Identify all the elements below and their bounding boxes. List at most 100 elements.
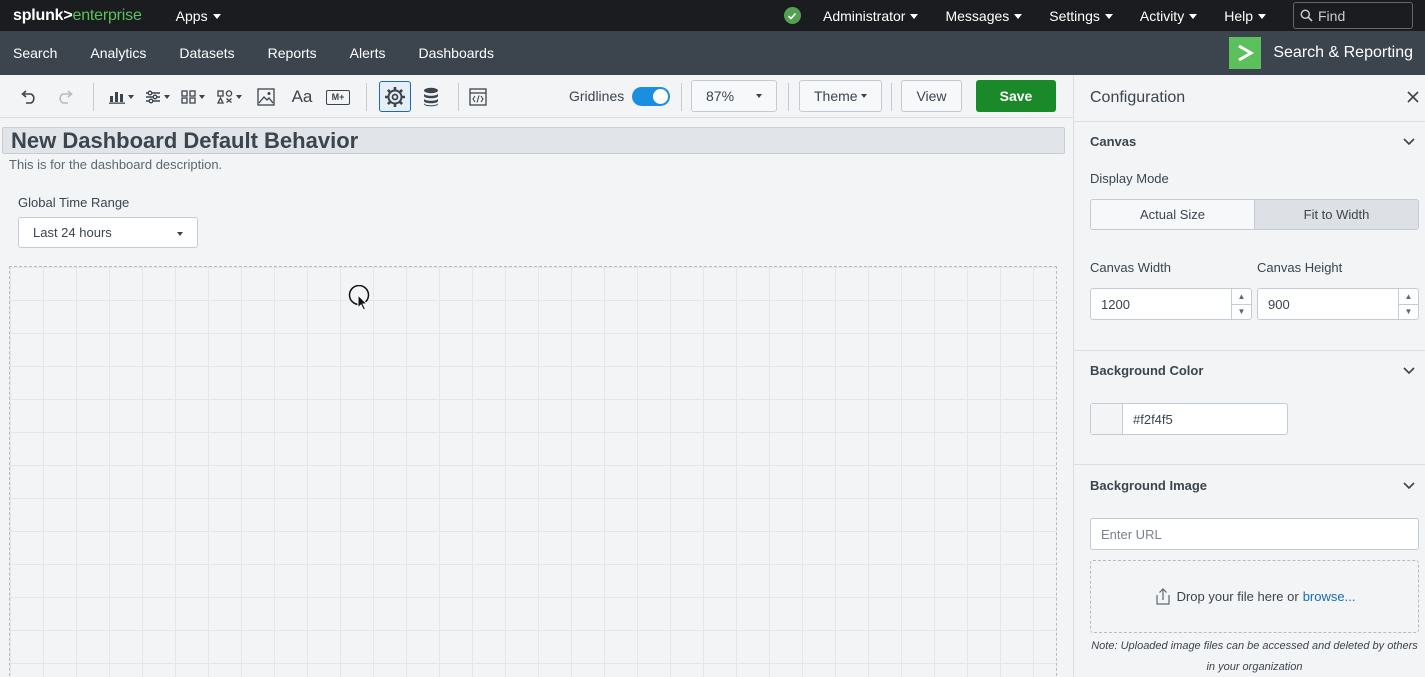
menu-activity[interactable]: Activity [1139, 7, 1198, 24]
app-brand[interactable]: Search & Reporting [1229, 37, 1413, 69]
gear-icon [385, 86, 405, 107]
toolbar-divider [681, 83, 682, 111]
markdown-icon: M+ [326, 89, 350, 105]
chevron-down-icon [163, 95, 170, 99]
menu-label: Administrator [822, 7, 906, 24]
view-label: View [916, 88, 947, 104]
logo-suffix: enterprise [72, 6, 142, 24]
canvas-width-label: Canvas Width [1090, 260, 1171, 275]
add-image-button[interactable] [254, 83, 278, 111]
editor-toolbar: Aa M+ Gridlines 87% Theme View Save [0, 75, 1073, 118]
stepper-up-icon[interactable]: ▲ [1399, 289, 1418, 305]
stepper-up-icon[interactable]: ▲ [1232, 289, 1251, 305]
splunk-logo[interactable]: splunk>enterprise [13, 7, 142, 25]
canvas-section-title: Canvas [1090, 134, 1137, 149]
menu-help[interactable]: Help [1224, 8, 1266, 24]
upload-note: Note: Uploaded image files can be access… [1091, 640, 1418, 673]
upload-icon [1155, 587, 1170, 605]
logo-prefix: splunk> [13, 6, 73, 24]
gridlines-label: Gridlines [569, 88, 625, 104]
data-sources-button[interactable] [419, 83, 443, 111]
close-icon[interactable] [1407, 91, 1419, 103]
chevron-down-icon[interactable] [1403, 482, 1415, 490]
zoom-select[interactable]: 87% [691, 80, 777, 112]
find-placeholder: Find [1318, 7, 1346, 24]
url-placeholder: Enter URL [1101, 526, 1162, 542]
color-swatch[interactable] [1091, 404, 1123, 434]
theme-select[interactable]: Theme [799, 80, 882, 112]
add-chart-button[interactable] [104, 83, 138, 111]
health-ok-icon[interactable] [783, 7, 801, 24]
time-range-value: Last 24 hours [33, 225, 112, 240]
nav-alerts[interactable]: Alerts [350, 45, 386, 61]
display-mode-fit-to-width[interactable]: Fit to Width [1255, 200, 1418, 229]
image-icon [257, 88, 275, 106]
nav-reports[interactable]: Reports [268, 45, 317, 61]
canvas-width-input[interactable]: 1200 ▲ ▼ [1090, 288, 1252, 320]
source-code-button[interactable] [466, 83, 490, 111]
chevron-down-icon [235, 95, 242, 99]
apps-menu[interactable]: Apps [176, 8, 221, 24]
background-image-url-input[interactable]: Enter URL [1090, 518, 1419, 550]
menu-settings[interactable]: Settings [1049, 8, 1113, 24]
top-right-menus: Administrator Messages Settings Activity… [783, 0, 1425, 31]
nav-dashboards[interactable]: Dashboards [418, 45, 494, 61]
dashboard-description[interactable]: This is for the dashboard description. [9, 157, 222, 172]
browse-link[interactable]: browse... [1303, 589, 1356, 604]
chevron-down-icon[interactable] [1403, 138, 1415, 146]
chevron-down-icon [756, 94, 762, 98]
add-markdown-button[interactable]: M+ [324, 83, 352, 111]
zoom-value: 87% [706, 88, 735, 104]
save-button[interactable]: Save [976, 80, 1056, 112]
nav-search[interactable]: Search [13, 45, 57, 61]
chevron-down-icon [177, 232, 183, 236]
redo-icon [59, 90, 73, 104]
menu-label: Help [1224, 7, 1253, 24]
time-range-label: Global Time Range [18, 195, 130, 210]
file-drop-zone[interactable]: Drop your file here or browse... [1090, 560, 1419, 633]
view-button[interactable]: View [901, 80, 962, 112]
app-bar: Search Analytics Datasets Reports Alerts… [0, 31, 1425, 75]
canvas-height-stepper: ▲ ▼ [1398, 289, 1418, 319]
chevron-down-icon [1014, 13, 1023, 19]
background-color-value: #f2f4f5 [1133, 411, 1173, 427]
add-input-button[interactable] [141, 83, 173, 111]
display-mode-actual-size[interactable]: Actual Size [1091, 200, 1255, 229]
section-divider [1074, 350, 1425, 351]
menu-label: Settings [1049, 7, 1100, 24]
dashboard-canvas[interactable] [9, 266, 1057, 677]
time-range-select[interactable]: Last 24 hours [18, 217, 198, 248]
chevron-down-icon[interactable] [1403, 367, 1415, 375]
menu-administrator[interactable]: Administrator [822, 7, 919, 24]
toolbar-divider [93, 83, 94, 111]
nav-analytics[interactable]: Analytics [90, 45, 146, 61]
find-input[interactable]: Find [1293, 2, 1413, 29]
configuration-panel: Configuration Canvas Display Mode Actual… [1073, 75, 1425, 677]
chevron-down-icon [1189, 13, 1198, 19]
canvas-width-stepper: ▲ ▼ [1231, 289, 1251, 319]
gridlines-toggle[interactable] [632, 87, 670, 106]
stepper-down-icon[interactable]: ▼ [1232, 305, 1251, 320]
redo-button[interactable] [52, 83, 78, 111]
menu-label: Activity [1139, 7, 1185, 24]
dashboard-title[interactable]: New Dashboard Default Behavior [2, 127, 1065, 154]
add-text-button[interactable]: Aa [288, 83, 316, 111]
top-bar: splunk>enterprise Apps Administrator Mes… [0, 0, 1425, 31]
add-shape-button[interactable] [213, 83, 245, 111]
undo-button[interactable] [16, 83, 42, 111]
configuration-button[interactable] [379, 81, 411, 112]
display-mode-toggle: Actual Size Fit to Width [1090, 199, 1419, 230]
search-icon [1300, 9, 1313, 22]
menu-messages[interactable]: Messages [945, 8, 1023, 24]
layout-button[interactable] [177, 83, 209, 111]
chevron-down-icon [212, 13, 221, 19]
background-color-input[interactable]: #f2f4f5 [1090, 403, 1288, 435]
background-color-section-title: Background Color [1090, 363, 1204, 378]
app-chevron-icon [1229, 37, 1262, 69]
section-divider [1074, 464, 1425, 465]
database-icon [424, 87, 438, 107]
stepper-down-icon[interactable]: ▼ [1399, 305, 1418, 320]
canvas-height-input[interactable]: 900 ▲ ▼ [1257, 288, 1419, 320]
toolbar-divider [788, 83, 789, 111]
nav-datasets[interactable]: Datasets [179, 45, 234, 61]
